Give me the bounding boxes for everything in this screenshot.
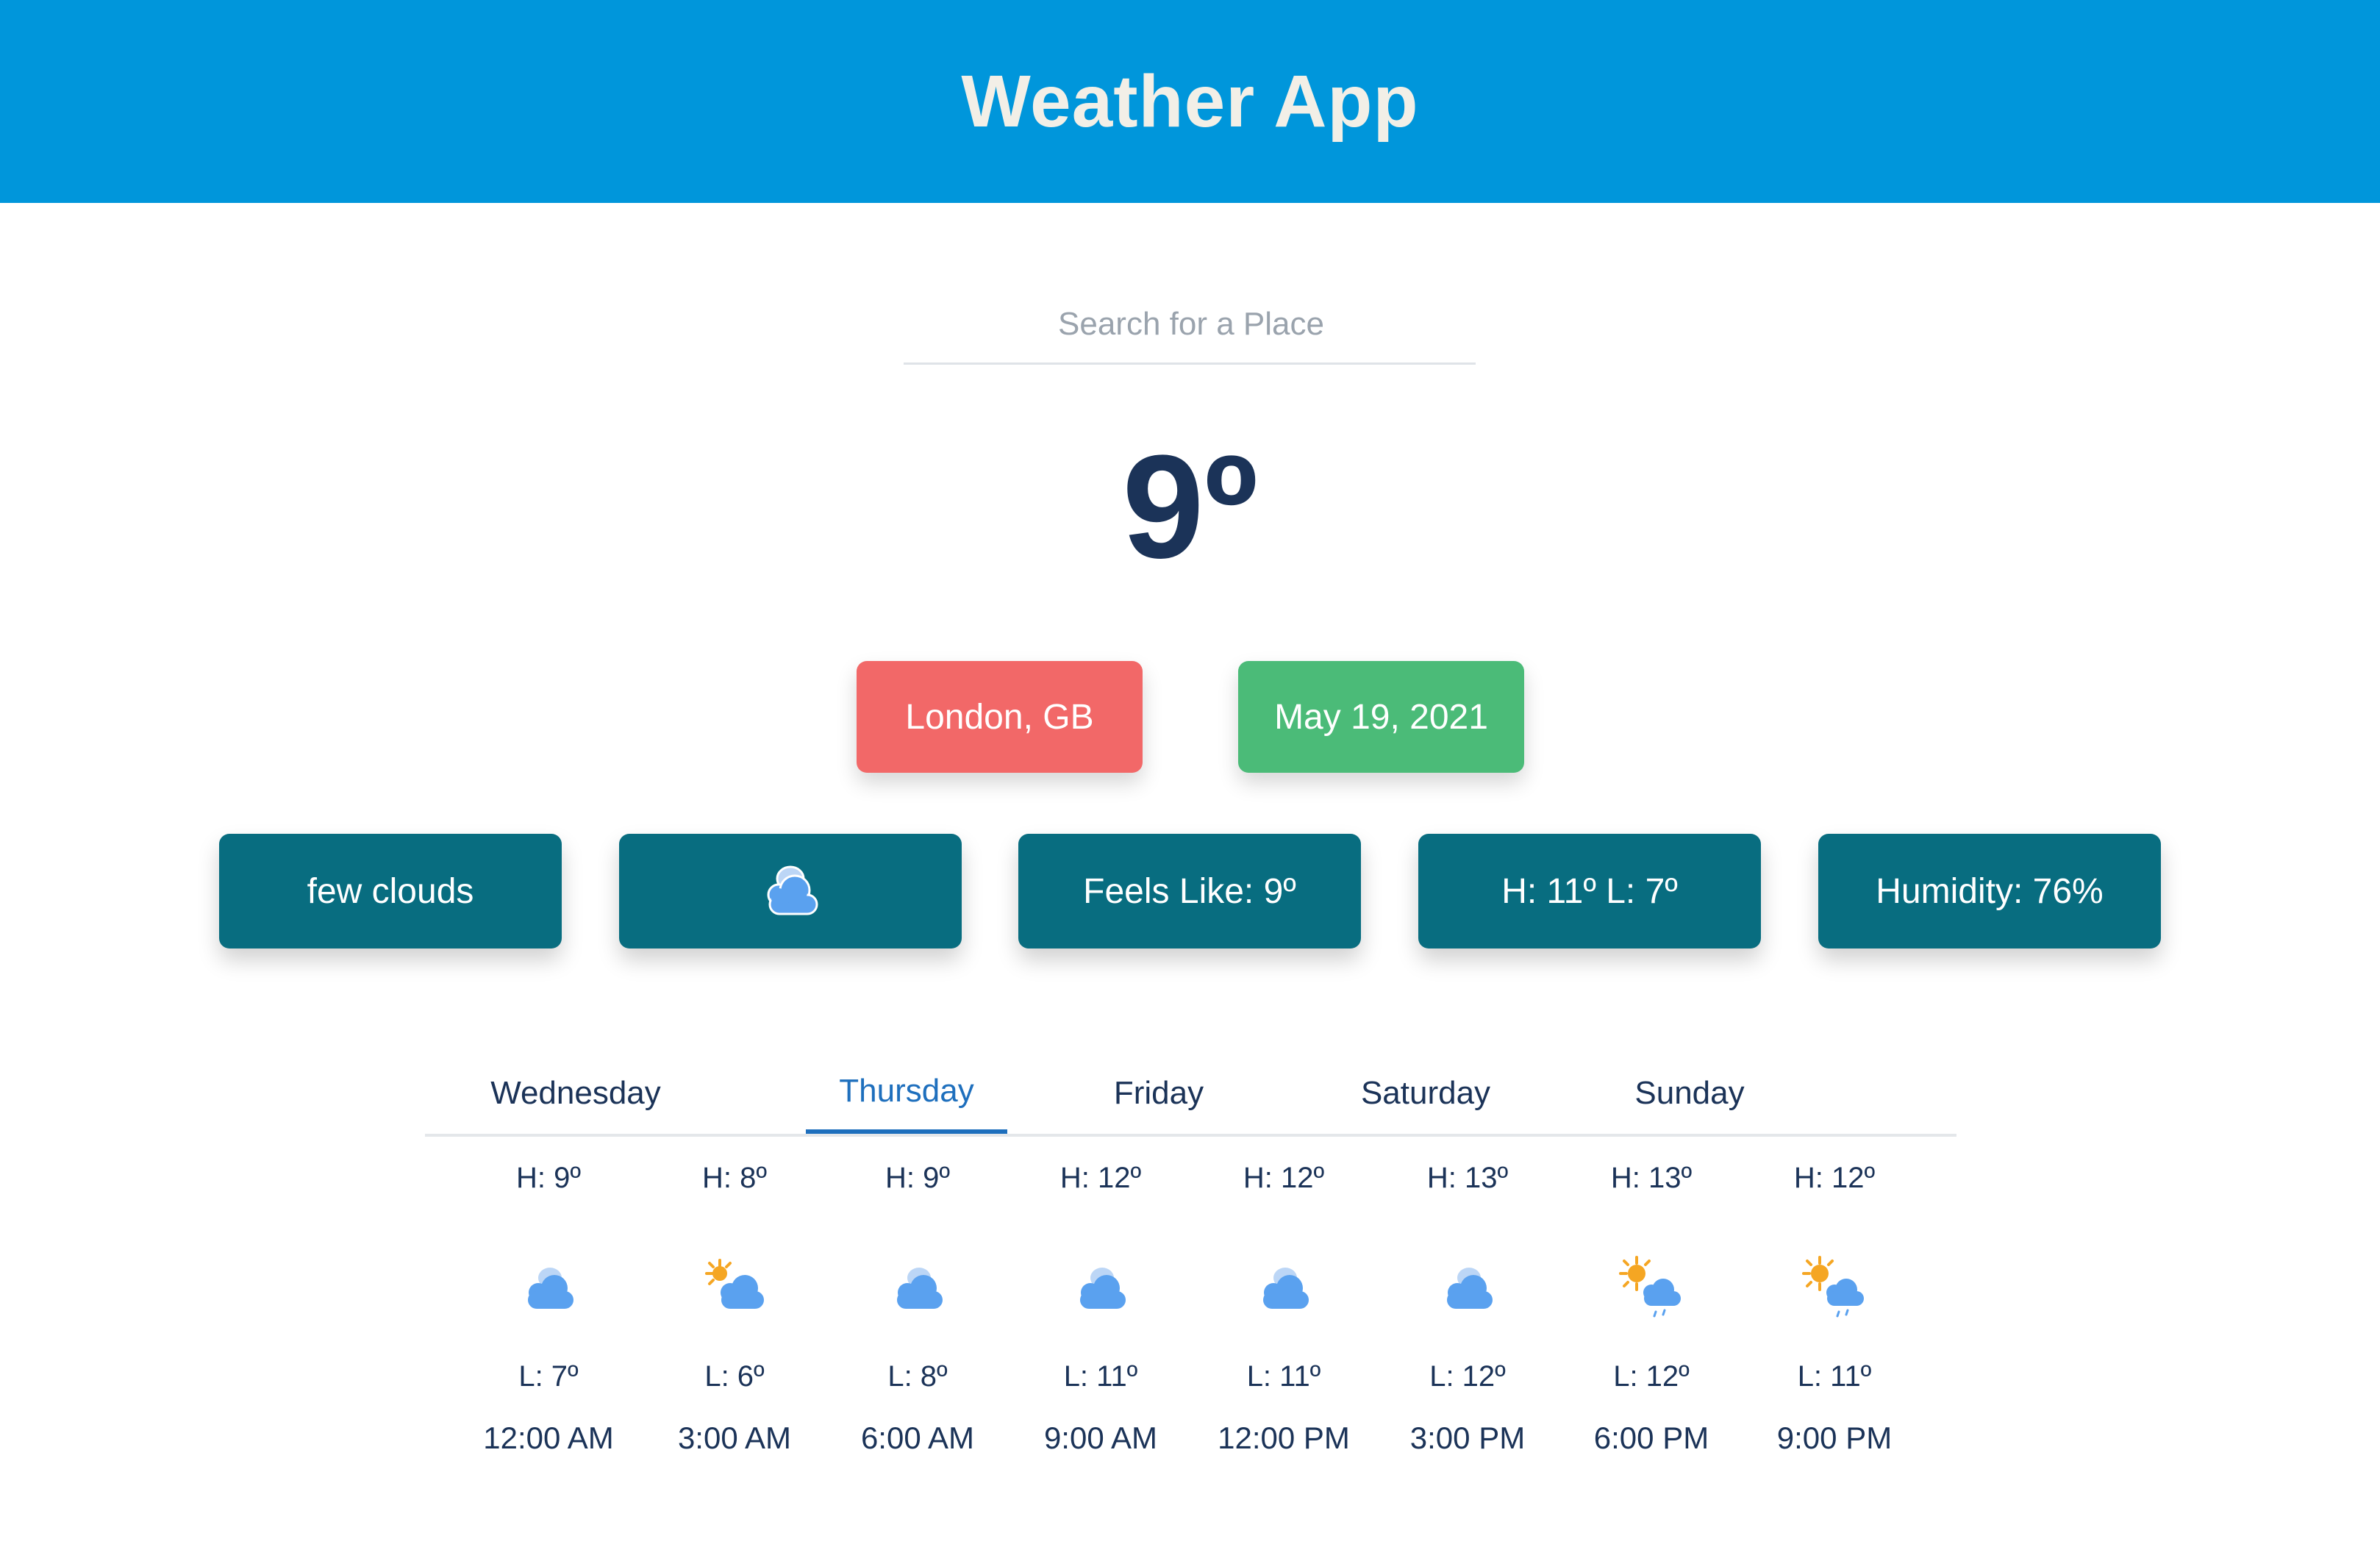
forecast-low: L: 12º xyxy=(1613,1360,1690,1393)
sun-rain-icon xyxy=(1802,1256,1864,1318)
sun-rain-icon xyxy=(1619,1256,1681,1318)
tab-wednesday[interactable]: Wednesday xyxy=(454,1053,697,1134)
search-field xyxy=(904,290,1479,365)
tab-sunday[interactable]: Sunday xyxy=(1579,1053,1800,1134)
current-temperature: 9º xyxy=(1122,425,1258,589)
forecast-low: L: 7º xyxy=(518,1360,579,1393)
forecast-high: H: 9º xyxy=(516,1162,581,1194)
forecast-high: H: 13º xyxy=(1426,1162,1509,1194)
location-badge: London, GB xyxy=(857,661,1143,773)
cloud-icon xyxy=(528,1268,573,1309)
forecast-time: 3:00 PM xyxy=(1409,1421,1526,1455)
app-title: Weather App xyxy=(961,60,1419,143)
forecast-low: L: 11º xyxy=(1063,1360,1138,1393)
forecast-high: H: 9º xyxy=(885,1162,950,1194)
forecast-low: L: 11º xyxy=(1246,1360,1321,1393)
cloud-icon xyxy=(1263,1268,1309,1309)
app-header: Weather App xyxy=(0,0,2380,203)
day-tabs: Wednesday Thursday Friday Saturday Sunda… xyxy=(425,1053,1956,1137)
search-input[interactable] xyxy=(904,290,1479,358)
forecast-time: 6:00 PM xyxy=(1593,1421,1709,1455)
cloud-icon xyxy=(897,1268,943,1309)
forecast-high: H: 12º xyxy=(1059,1162,1142,1194)
forecast-time: 3:00 AM xyxy=(677,1421,792,1455)
tab-saturday[interactable]: Saturday xyxy=(1304,1053,1547,1134)
high-low-card: H: 11º L: 7º xyxy=(1418,834,1761,948)
feels-like-card: Feels Like: 9º xyxy=(1018,834,1361,948)
weather-icon-card xyxy=(619,834,962,948)
cloud-icon xyxy=(1080,1268,1126,1309)
forecast-high: H: 12º xyxy=(1243,1162,1325,1194)
date-badge: May 19, 2021 xyxy=(1238,661,1524,773)
weather-description-card: few clouds xyxy=(219,834,562,948)
forecast-low: L: 12º xyxy=(1429,1360,1506,1393)
sun-cloud-icon xyxy=(705,1259,764,1309)
forecast-low: L: 8º xyxy=(887,1360,948,1393)
forecast-time: 9:00 PM xyxy=(1776,1421,1893,1455)
humidity-card: Humidity: 76% xyxy=(1818,834,2161,948)
forecast-high: H: 13º xyxy=(1610,1162,1693,1194)
forecast-time: 12:00 PM xyxy=(1218,1421,1350,1455)
cloud-icon xyxy=(1447,1268,1493,1309)
cloud-icon xyxy=(767,865,818,915)
forecast-time: 12:00 AM xyxy=(483,1421,614,1455)
forecast-time: 6:00 AM xyxy=(860,1421,975,1455)
forecast-low: L: 6º xyxy=(704,1360,765,1393)
forecast-high: H: 8º xyxy=(702,1162,767,1194)
forecast-high: H: 12º xyxy=(1793,1162,1876,1194)
forecast-low: L: 11º xyxy=(1797,1360,1872,1393)
forecast-time: 9:00 AM xyxy=(1043,1421,1158,1455)
tab-thursday[interactable]: Thursday xyxy=(806,1053,1007,1134)
tab-friday[interactable]: Friday xyxy=(1048,1053,1269,1134)
